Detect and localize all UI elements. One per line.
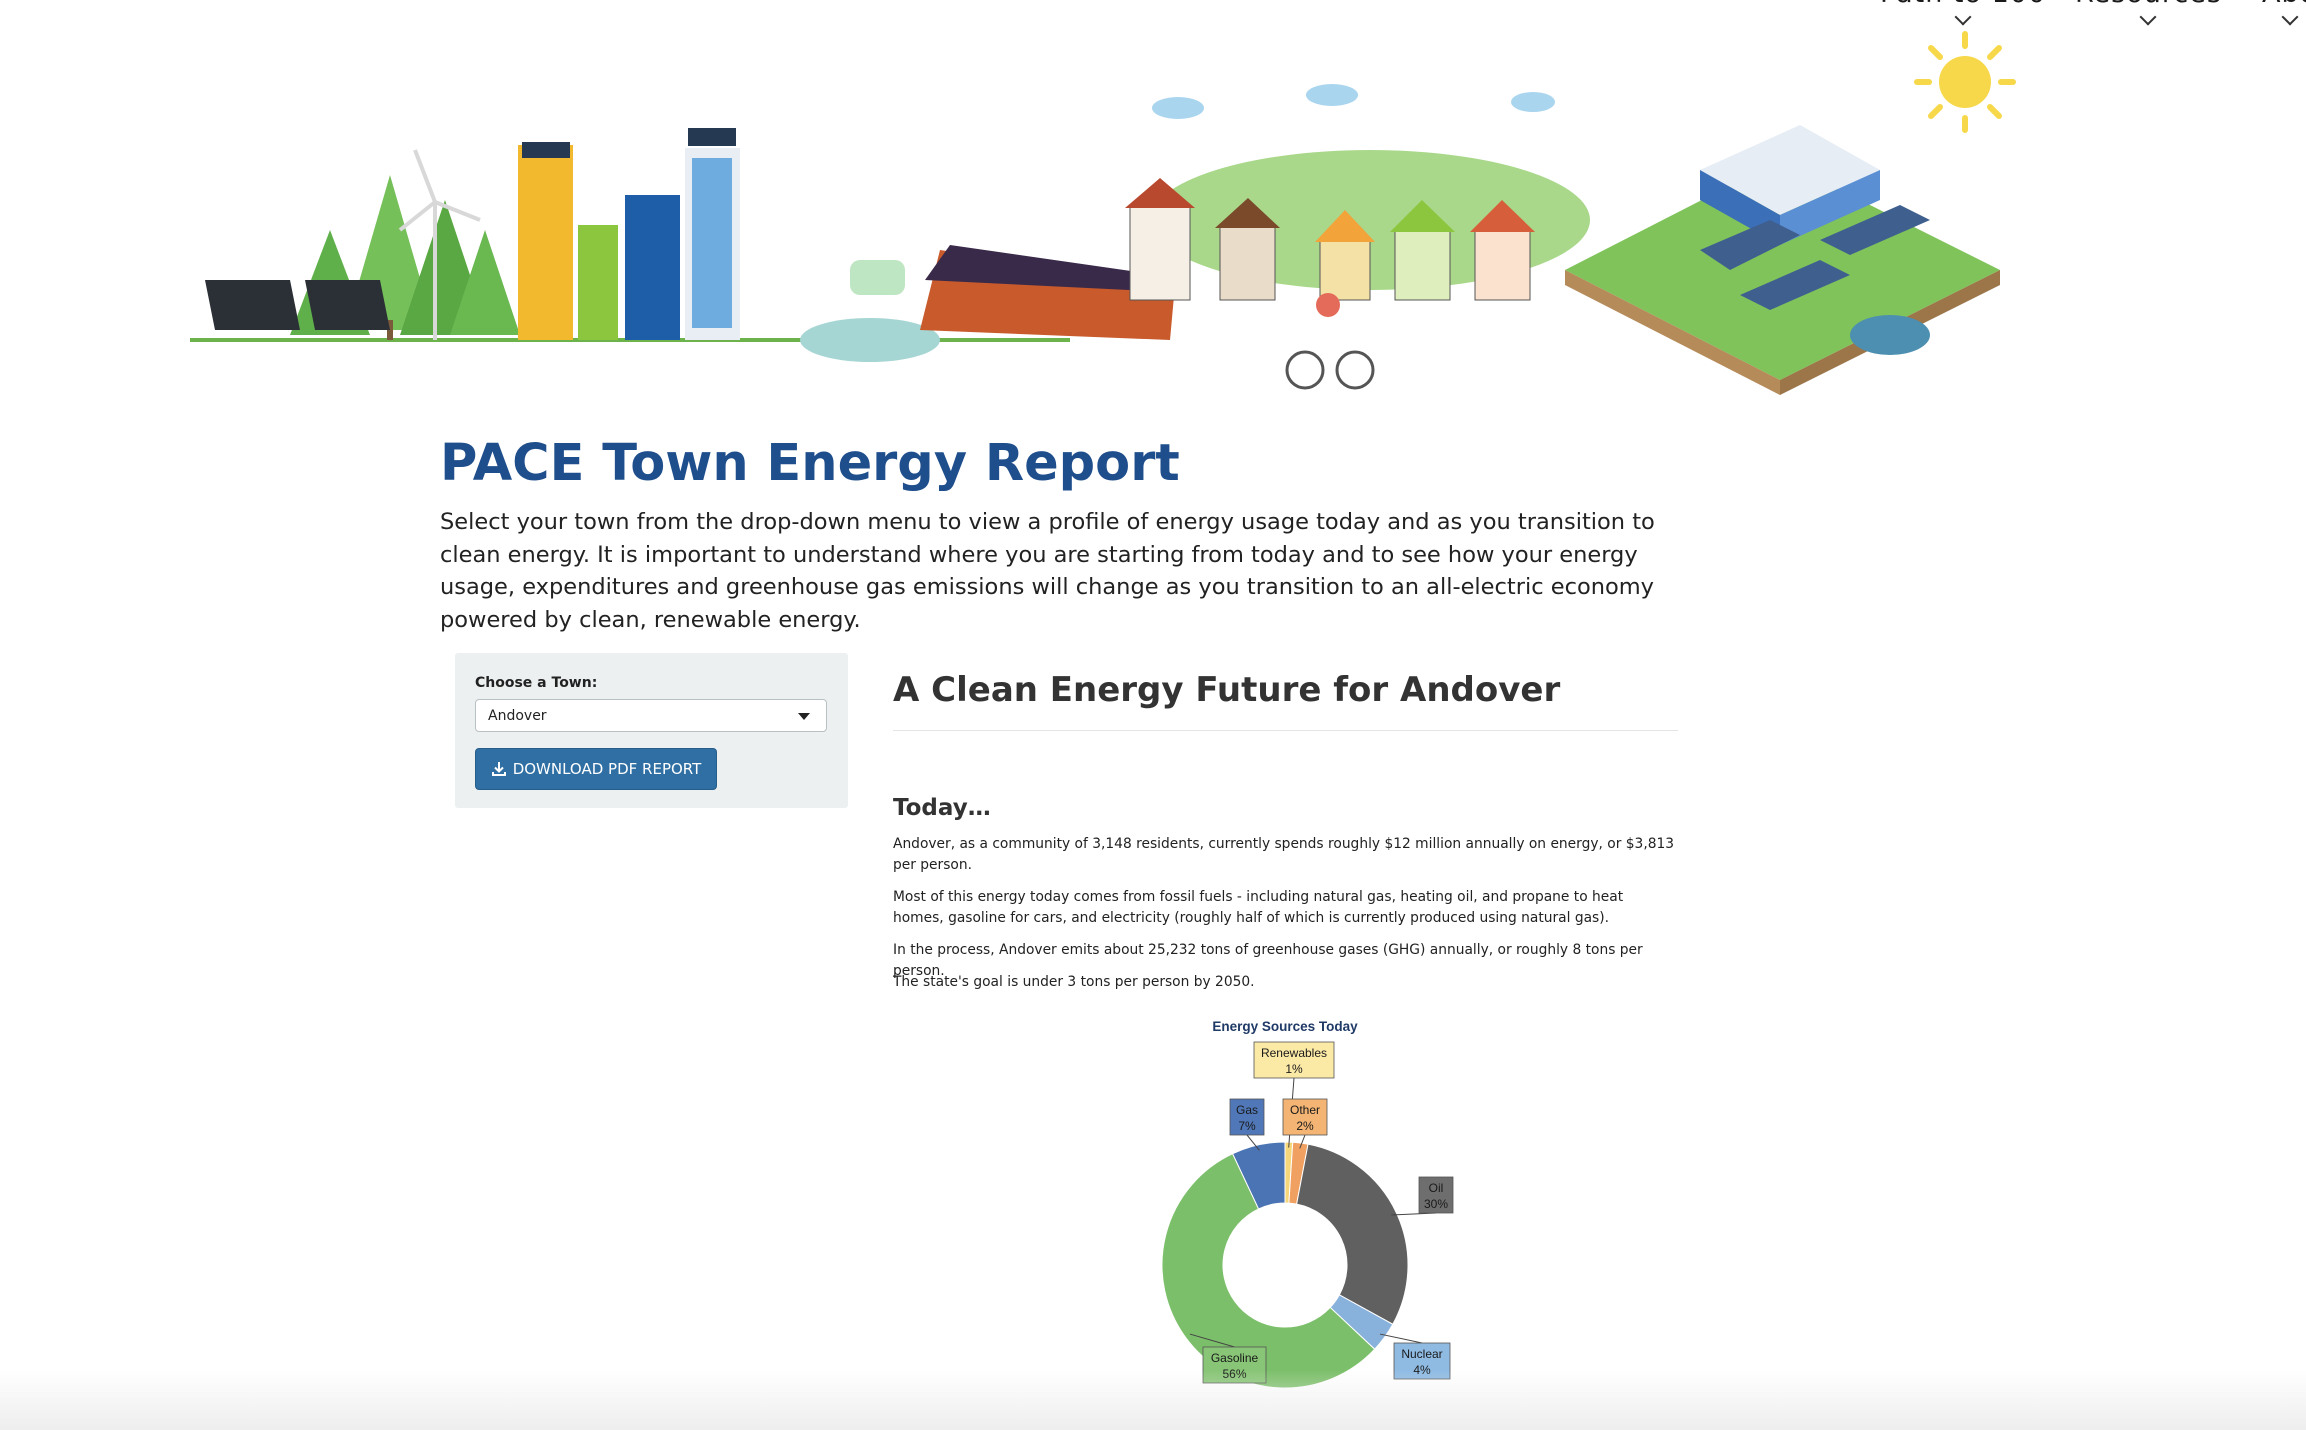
nav-item-about[interactable]: Abo — [2262, 0, 2306, 26]
donut-slice-oil — [1296, 1143, 1409, 1325]
download-icon — [491, 762, 506, 776]
nav-item-path-to-100[interactable]: Path to 100 — [1880, 0, 2046, 26]
slice-label-renewables: Renewables 1% — [1253, 1041, 1335, 1079]
solar-panel-icon — [205, 280, 390, 330]
nav-item-resources[interactable]: Resources — [2075, 0, 2222, 26]
slice-label-oil: Oil 30% — [1418, 1176, 1454, 1214]
town-select[interactable]: Andover — [475, 699, 827, 732]
slice-label-value: 7% — [1238, 1119, 1256, 1133]
slice-label-gas: Gas 7% — [1229, 1098, 1265, 1136]
slice-label-value: 1% — [1285, 1062, 1303, 1076]
slice-label-name: Renewables — [1261, 1046, 1327, 1060]
cloud-icon — [1152, 84, 1555, 119]
chevron-down-icon — [1954, 8, 1972, 26]
clean-energy-town-illustration — [190, 31, 2016, 395]
cyclist-icon — [1285, 293, 1375, 390]
slice-label-name: Gasoline — [1211, 1351, 1259, 1365]
slice-label-name: Gas — [1236, 1103, 1258, 1117]
chevron-down-icon — [2139, 8, 2157, 26]
slice-label-other: Other 2% — [1282, 1098, 1328, 1136]
slice-label-value: 2% — [1296, 1119, 1314, 1133]
download-pdf-button[interactable]: DOWNLOAD PDF REPORT — [475, 748, 717, 790]
slice-label-name: Oil — [1429, 1181, 1444, 1195]
download-pdf-label: DOWNLOAD PDF REPORT — [512, 760, 702, 778]
caret-down-icon — [798, 713, 810, 720]
slice-label-value: 30% — [1424, 1197, 1448, 1211]
nav-item-label: Abo — [2262, 0, 2306, 9]
bottom-fade — [0, 1370, 2306, 1430]
paragraph-fossil-fuels: Most of this energy today comes from fos… — [893, 889, 1624, 926]
solar-campus-icon — [1565, 125, 2000, 395]
buildings-icon — [518, 128, 740, 340]
electric-car-icon — [800, 260, 940, 362]
sun-icon — [1914, 31, 2016, 133]
nav-item-label: Resources — [2075, 0, 2222, 9]
page-title: PACE Town Energy Report — [440, 434, 1180, 493]
chart-title: Energy Sources Today — [1212, 1019, 1358, 1034]
slice-label-name: Nuclear — [1401, 1347, 1442, 1361]
paragraph-spending: Andover, as a community of 3,148 residen… — [893, 836, 1675, 873]
report-heading: A Clean Energy Future for Andover — [893, 670, 1561, 710]
town-select-value: Andover — [488, 708, 547, 724]
town-selector-panel: Choose a Town: Andover DOWNLOAD PDF REPO… — [455, 653, 848, 808]
leader-line-nuclear — [1379, 1333, 1423, 1344]
divider — [893, 730, 1678, 731]
energy-sources-donut-chart: Energy Sources Today Renewables 1% Other 2%… — [1161, 1019, 1454, 1389]
chevron-down-icon — [2281, 8, 2299, 26]
paragraph-state-goal: The state's goal is under 3 tons per per… — [893, 974, 1255, 990]
houses-icon — [1125, 150, 1590, 301]
slice-label-name: Other — [1290, 1103, 1320, 1117]
choose-town-label: Choose a Town: — [475, 675, 598, 691]
today-heading: Today… — [893, 795, 991, 821]
intro-text: Select your town from the drop-down menu… — [440, 509, 1655, 633]
